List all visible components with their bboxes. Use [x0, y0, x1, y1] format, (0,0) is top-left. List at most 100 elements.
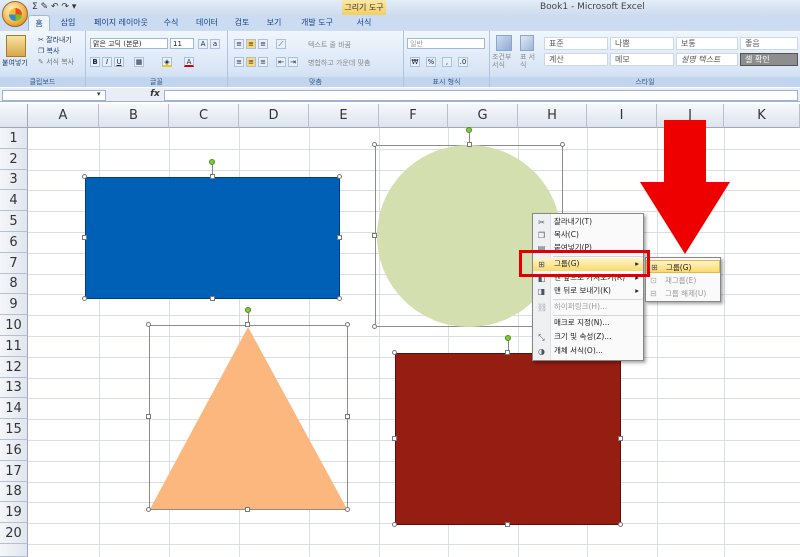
row-header[interactable]: 15 — [0, 419, 28, 440]
resize-handle[interactable] — [345, 322, 350, 327]
submenu-item-group[interactable]: ⊞ 그룹(G) — [646, 260, 720, 273]
font-name-select[interactable]: 맑은 고딕 (본문) — [90, 38, 168, 49]
resize-handle[interactable] — [467, 142, 472, 147]
style-good[interactable]: 좋음 — [740, 37, 798, 50]
tab-view[interactable]: 보기 — [262, 15, 286, 31]
resize-handle[interactable] — [245, 507, 250, 512]
tab-data[interactable]: 데이터 — [193, 15, 221, 31]
resize-handle[interactable] — [82, 235, 87, 240]
align-top-icon[interactable]: ≡ — [234, 39, 244, 49]
style-bad[interactable]: 나쁨 — [610, 37, 674, 50]
table-format-button[interactable]: 표 서식 — [520, 53, 536, 69]
resize-handle[interactable] — [560, 142, 565, 147]
align-bottom-icon[interactable]: ≡ — [258, 39, 268, 49]
number-format-select[interactable]: 일반 — [407, 38, 485, 49]
resize-handle[interactable] — [392, 522, 397, 527]
decrease-indent-icon[interactable]: ⇤ — [276, 57, 286, 67]
column-header[interactable]: H — [518, 104, 587, 128]
select-all-corner[interactable] — [0, 104, 28, 128]
currency-icon[interactable]: ₩ — [410, 57, 420, 67]
undo-icon[interactable]: ↶ — [51, 2, 59, 12]
align-right-icon[interactable]: ≡ — [258, 57, 268, 67]
resize-handle[interactable] — [372, 233, 377, 238]
resize-handle[interactable] — [618, 522, 623, 527]
column-header[interactable]: D — [239, 104, 309, 128]
tab-format[interactable]: 서식 — [350, 15, 378, 31]
style-neutral[interactable]: 보통 — [676, 37, 738, 50]
resize-handle[interactable] — [372, 142, 377, 147]
resize-handle[interactable] — [82, 296, 87, 301]
style-normal[interactable]: 표준 — [544, 37, 608, 50]
resize-handle[interactable] — [146, 507, 151, 512]
tab-page-layout[interactable]: 페이지 레이아웃 — [88, 15, 154, 31]
row-header[interactable]: 10 — [0, 315, 28, 336]
menu-item-hyperlink[interactable]: ⛓ 하이퍼링크(H)... — [533, 301, 643, 314]
resize-handle[interactable] — [337, 174, 342, 179]
formula-input[interactable] — [164, 90, 798, 101]
row-header[interactable]: 16 — [0, 440, 28, 461]
column-header[interactable]: G — [448, 104, 518, 128]
grow-font-icon[interactable]: A — [198, 39, 208, 49]
tab-formulas[interactable]: 수식 — [160, 15, 182, 31]
row-header[interactable]: 17 — [0, 461, 28, 482]
style-check-cell[interactable]: 셀 확인 — [740, 53, 798, 66]
row-header[interactable]: 8 — [0, 274, 28, 294]
row-header[interactable]: 1 — [0, 128, 28, 149]
resize-handle[interactable] — [345, 414, 350, 419]
sum-icon[interactable]: Σ — [32, 2, 38, 12]
row-header[interactable]: 19 — [0, 502, 28, 523]
resize-handle[interactable] — [337, 235, 342, 240]
redo-icon[interactable]: ↷ — [61, 2, 69, 12]
column-header[interactable]: A — [28, 104, 99, 128]
blue-rectangle-shape[interactable] — [85, 177, 340, 299]
tab-developer[interactable]: 개발 도구 — [297, 15, 337, 31]
comma-icon[interactable]: , — [442, 57, 452, 67]
submenu-item-regroup[interactable]: ⊡ 재그룹(E) — [646, 274, 720, 287]
underline-icon[interactable]: U — [114, 57, 124, 67]
row-header[interactable]: 18 — [0, 482, 28, 502]
align-left-icon[interactable]: ≡ — [234, 57, 244, 67]
brush-icon[interactable]: ✎ — [41, 2, 49, 12]
increase-indent-icon[interactable]: ⇥ — [288, 57, 298, 67]
format-painter-button[interactable]: ✎ 서식 복사 — [38, 57, 74, 67]
row-header[interactable]: 2 — [0, 149, 28, 170]
dropdown-icon[interactable]: ▾ — [72, 2, 77, 12]
resize-handle[interactable] — [337, 296, 342, 301]
menu-item-cut[interactable]: ✂ 잘라내기(T) — [533, 216, 643, 229]
menu-item-send-to-back[interactable]: ◨ 맨 뒤로 보내기(K) ▸ — [533, 285, 643, 298]
orientation-icon[interactable]: ⟋ — [276, 39, 286, 49]
submenu-item-ungroup[interactable]: ⊟ 그룹 해제(U) — [646, 287, 720, 300]
resize-handle[interactable] — [345, 507, 350, 512]
row-header[interactable]: 20 — [0, 523, 28, 544]
row-header[interactable]: 14 — [0, 398, 28, 419]
resize-handle[interactable] — [245, 322, 250, 327]
resize-handle[interactable] — [618, 436, 623, 441]
column-header[interactable]: B — [99, 104, 169, 128]
row-header[interactable] — [0, 544, 28, 557]
decimal-icon[interactable]: .0 — [458, 57, 468, 67]
row-header[interactable]: 4 — [0, 190, 28, 211]
column-header[interactable]: F — [379, 104, 448, 128]
style-note[interactable]: 메모 — [610, 53, 674, 66]
quick-access-toolbar[interactable]: Σ ✎ ↶ ↷ ▾ — [32, 2, 76, 13]
paste-button[interactable]: 붙여넣기 — [2, 58, 28, 68]
conditional-format-button[interactable]: 조건부 서식 — [492, 53, 516, 69]
tab-insert[interactable]: 삽입 — [56, 15, 80, 31]
tab-review[interactable]: 검토 — [230, 15, 254, 31]
column-header[interactable]: K — [724, 104, 800, 128]
red-rectangle-shape[interactable] — [395, 353, 621, 525]
align-middle-icon[interactable]: ≡ — [246, 39, 256, 49]
row-header[interactable]: 9 — [0, 294, 28, 315]
resize-handle[interactable] — [392, 436, 397, 441]
resize-handle[interactable] — [210, 296, 215, 301]
row-header[interactable]: 5 — [0, 211, 28, 232]
paste-icon[interactable] — [6, 35, 26, 57]
copy-button[interactable]: ❐ 복사 — [38, 46, 59, 56]
row-header[interactable]: 12 — [0, 357, 28, 378]
row-header[interactable]: 7 — [0, 253, 28, 274]
name-box[interactable] — [2, 90, 106, 101]
resize-handle[interactable] — [372, 324, 377, 329]
resize-handle[interactable] — [146, 322, 151, 327]
row-header[interactable]: 6 — [0, 232, 28, 253]
row-header[interactable]: 11 — [0, 336, 28, 357]
